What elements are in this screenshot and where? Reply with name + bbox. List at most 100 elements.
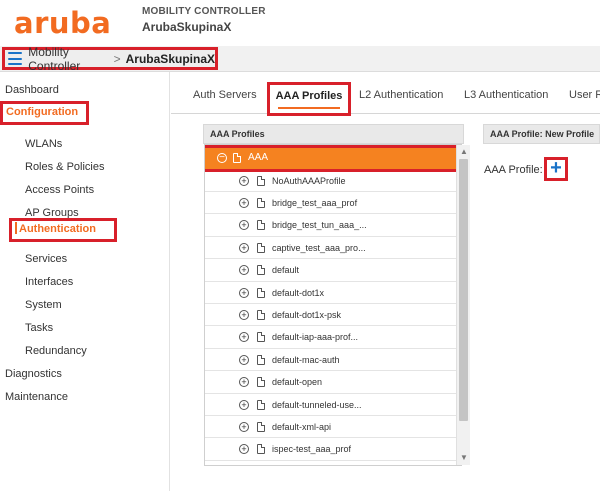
document-icon (257, 421, 265, 432)
scroll-thumb[interactable] (459, 159, 468, 421)
expand-icon[interactable]: + (239, 332, 249, 343)
tree-row[interactable]: + NoAuthAAAProfile (205, 170, 457, 192)
tab-auth-servers[interactable]: Auth Servers (193, 89, 257, 101)
aaa-profile-field-label: AAA Profile: (484, 164, 543, 176)
document-icon (257, 265, 265, 276)
tree-row-label: bridge_test_aaa_prof (272, 197, 358, 208)
expand-icon[interactable]: + (239, 421, 249, 432)
tree-scrollbar[interactable]: ▲ ▼ (456, 145, 470, 465)
sidebar-item-system[interactable]: System (25, 299, 62, 311)
sidebar-item-interfaces[interactable]: Interfaces (25, 276, 73, 288)
tree-row-label: default-dot1x-psk (272, 309, 342, 320)
tree-row-label: default-open (272, 377, 323, 388)
aaa-profiles-panel-title: AAA Profiles (203, 124, 464, 144)
plus-icon: + (550, 157, 562, 179)
controller-hostname: ArubaSkupinaX (142, 20, 232, 34)
tree-row-label: default-tunneled-use... (272, 399, 362, 410)
tree-node-aaa[interactable]: − AAA (205, 145, 461, 172)
tab-aaa-profiles[interactable]: AAA Profiles (267, 82, 351, 116)
document-icon (257, 309, 265, 320)
hamburger-menu-icon[interactable] (8, 52, 23, 65)
tree-row[interactable]: + captive_test_aaa_pro... (205, 237, 457, 260)
document-icon (257, 220, 265, 231)
tree-row-label: captive_test_aaa_pro... (272, 242, 366, 253)
expand-icon[interactable]: + (239, 444, 249, 455)
sidebar-item-diagnostics[interactable]: Diagnostics (5, 368, 62, 380)
sidebar-item-authentication-label: Authentication (19, 223, 96, 235)
tab-l2-authentication[interactable]: L2 Authentication (359, 89, 443, 101)
sidebar-item-wlans[interactable]: WLANs (25, 138, 62, 150)
breadcrumb-bar: Mobility Controller > ArubaSkupinaX (0, 45, 600, 73)
tree-row-label: default (272, 265, 300, 276)
document-icon (257, 242, 265, 253)
tree-row-label: default-iap-aaa-prof... (272, 332, 359, 343)
document-icon (257, 287, 265, 298)
tree-row-label: default-dot1x (272, 287, 325, 298)
tab-bar: Auth Servers AAA Profiles L2 Authenticat… (171, 80, 600, 116)
tree-row[interactable]: + default-tunneled-use... (205, 394, 457, 416)
document-icon (233, 152, 241, 163)
sidebar-item-authentication[interactable]: Authentication (9, 218, 117, 242)
tree-row-label: default-xml-api (272, 421, 332, 432)
tree-row-label: NoAuthAAAProfile (272, 175, 346, 186)
tree-node-aaa-label: AAA (248, 152, 269, 163)
document-icon (257, 444, 265, 455)
sidebar-item-dashboard[interactable]: Dashboard (5, 84, 59, 96)
tree-row[interactable]: + default-iap-aaa-prof... (205, 327, 457, 349)
sidebar-item-redundancy[interactable]: Redundancy (25, 345, 87, 357)
document-icon (257, 175, 265, 186)
new-profile-panel-title: AAA Profile: New Profile (483, 124, 600, 144)
tree-row[interactable]: + default-open (205, 372, 457, 394)
tree-row[interactable]: + default-dot1x-psk (205, 304, 457, 327)
expand-icon[interactable]: + (239, 175, 249, 186)
sidebar-item-configuration[interactable]: Configuration (0, 101, 89, 125)
active-indicator (15, 222, 17, 234)
product-name: MOBILITY CONTROLLER (142, 6, 266, 17)
document-icon (257, 399, 265, 410)
sidebar-item-roles-policies[interactable]: Roles & Policies (25, 161, 104, 173)
tree-row[interactable]: + ispec-test_aaa_prof (205, 439, 457, 461)
breadcrumb: Mobility Controller > ArubaSkupinaX (2, 45, 218, 73)
expand-icon[interactable]: + (239, 309, 249, 320)
tree-row[interactable]: + default-dot1x (205, 282, 457, 304)
tree-row[interactable]: + default (205, 260, 457, 282)
expand-icon[interactable]: + (239, 354, 249, 365)
tree-row[interactable]: + default-mac-auth (205, 349, 457, 372)
breadcrumb-current[interactable]: ArubaSkupinaX (126, 52, 215, 66)
document-icon (257, 354, 265, 365)
expand-icon[interactable]: + (239, 220, 249, 231)
active-tab-underline (278, 107, 340, 109)
sidebar-item-services[interactable]: Services (25, 253, 67, 265)
expand-icon[interactable]: + (239, 399, 249, 410)
sidebar-item-access-points[interactable]: Access Points (25, 184, 94, 196)
tree-row-label: bridge_test_tun_aaa_... (272, 220, 367, 231)
sidebar-item-maintenance[interactable]: Maintenance (5, 391, 68, 403)
breadcrumb-separator: > (113, 51, 121, 66)
scroll-down-arrow-icon[interactable]: ▼ (457, 453, 471, 463)
collapse-icon[interactable]: − (217, 152, 227, 163)
tree-row-label: default-mac-auth (272, 354, 340, 365)
expand-icon[interactable]: + (239, 242, 249, 253)
tree-row[interactable]: + default-xml-api (205, 416, 457, 439)
aaa-profiles-tree: − AAA + NoAuthAAAProfile + bridge_test_aaa_… (204, 144, 462, 466)
sidebar: Dashboard Configuration WLANs Roles & Po… (0, 72, 170, 491)
tab-aaa-profiles-label: AAA Profiles (275, 90, 343, 102)
tree-row-label: ispec-test_aaa_prof (272, 444, 352, 455)
expand-icon[interactable]: + (239, 287, 249, 298)
breadcrumb-root[interactable]: Mobility Controller (28, 45, 108, 73)
document-icon (257, 332, 265, 343)
tree-row[interactable]: + bridge_test_tun_aaa_... (205, 215, 457, 237)
add-profile-button[interactable]: + (544, 157, 568, 181)
sidebar-item-tasks[interactable]: Tasks (25, 322, 53, 334)
app-header: aruba MOBILITY CONTROLLER ArubaSkupinaX (0, 0, 600, 46)
tree-row[interactable]: + bridge_test_aaa_prof (205, 192, 457, 215)
expand-icon[interactable]: + (239, 377, 249, 388)
tab-user-rules[interactable]: User R (569, 89, 600, 101)
document-icon (257, 197, 265, 208)
aruba-logo[interactable]: aruba (14, 6, 111, 40)
expand-icon[interactable]: + (239, 265, 249, 276)
tab-l3-authentication[interactable]: L3 Authentication (464, 89, 548, 101)
document-icon (257, 377, 265, 388)
expand-icon[interactable]: + (239, 197, 249, 208)
scroll-up-arrow-icon[interactable]: ▲ (457, 147, 471, 157)
